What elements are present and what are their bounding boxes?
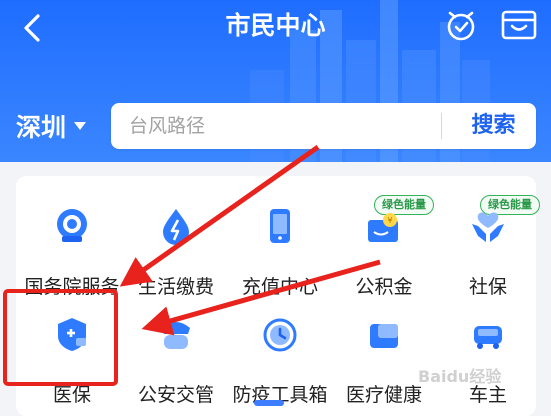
search-divider (441, 113, 442, 139)
housing-fund-icon: ¥ (368, 213, 398, 242)
wallet-icon[interactable] (500, 8, 538, 42)
service-social-security[interactable]: 绿色能量 社保 (436, 195, 540, 298)
service-label: 公安交管 (137, 384, 214, 406)
city-name: 深圳 (16, 113, 67, 142)
svg-text:¥: ¥ (387, 216, 392, 225)
epidemic-toolbox-icon (263, 318, 297, 352)
medical-health-icon (370, 324, 398, 348)
caret-down-icon (74, 122, 87, 130)
traffic-police-icon (162, 322, 190, 349)
service-traffic-police[interactable]: 公安交管 (124, 306, 228, 406)
state-council-icon (57, 209, 87, 242)
service-recharge[interactable]: 充值中心 (228, 198, 332, 298)
service-label: 充值中心 (241, 276, 318, 298)
alarm-clock-icon[interactable] (442, 6, 480, 44)
service-housing-fund[interactable]: 绿色能量 ¥ 公积金 (332, 195, 436, 298)
watermark-logo: Baidu经验 (418, 367, 502, 386)
utility-payment-icon (163, 209, 189, 245)
search-box: 搜索 (111, 103, 536, 149)
city-selector[interactable]: 深圳 (16, 108, 87, 144)
phone-recharge-icon (270, 209, 290, 243)
service-utility-payment[interactable]: 生活缴费 (124, 198, 228, 298)
service-label: 医保 (52, 384, 91, 406)
social-security-icon (472, 212, 504, 242)
search-button[interactable]: 搜索 (451, 103, 536, 149)
next-row-icon-peek (254, 400, 284, 406)
service-label: 生活缴费 (137, 276, 214, 298)
search-input[interactable] (129, 103, 429, 149)
service-state-council[interactable]: 国务院服务 (20, 198, 124, 298)
annotation-highlight-box (3, 289, 118, 386)
header-bar: 市民中心 深圳 搜索 (0, 0, 551, 162)
service-label: 公积金 (355, 276, 413, 298)
service-label: 社保 (468, 276, 507, 298)
car-owner-icon (474, 326, 502, 349)
service-epidemic-toolbox[interactable]: 防疫工具箱 (228, 306, 332, 406)
